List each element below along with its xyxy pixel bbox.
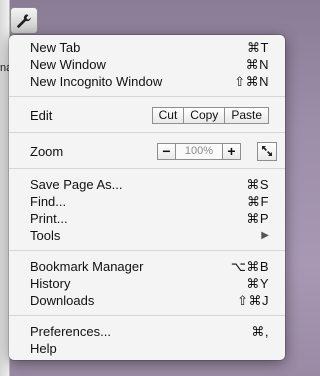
menu-item-tools[interactable]: Tools ▶ — [9, 227, 285, 244]
menu-item-shortcut: ⌘F — [247, 194, 269, 209]
menu-item-label: Edit — [30, 107, 53, 123]
copy-button[interactable]: Copy — [184, 106, 226, 124]
menu-item-label: Print... — [30, 211, 68, 226]
menu-item-new-incognito-window[interactable]: New Incognito Window ⇧⌘N — [9, 73, 285, 90]
menu-item-label: Tools — [30, 228, 61, 243]
menu-item-label: New Tab — [30, 40, 81, 55]
menu-item-edit: Edit Cut Copy Paste — [9, 104, 285, 126]
menu-separator — [9, 315, 285, 316]
menu-item-shortcut: ⌘N — [245, 57, 269, 72]
menu-item-preferences[interactable]: Preferences... ⌘, — [9, 323, 285, 340]
menu-item-label: Downloads — [30, 293, 95, 308]
menu-separator — [9, 250, 285, 251]
submenu-arrow-icon: ▶ — [261, 230, 269, 241]
menu-item-save-page-as[interactable]: Save Page As... ⌘S — [9, 176, 285, 193]
zoom-level: 100% — [176, 142, 222, 160]
menu-item-label: Save Page As... — [30, 177, 123, 192]
menu-item-label: History — [30, 276, 71, 291]
fullscreen-icon — [262, 146, 272, 156]
edit-button-group: Cut Copy Paste — [151, 106, 269, 124]
menu-item-bookmark-manager[interactable]: Bookmark Manager ⌥⌘B — [9, 258, 285, 275]
menu-item-shortcut: ⌘S — [246, 177, 269, 192]
menu-item-shortcut: ⌘Y — [246, 276, 269, 291]
cut-button[interactable]: Cut — [151, 106, 185, 124]
menu-item-shortcut: ⇧⌘J — [237, 293, 269, 308]
menu-item-shortcut: ⌘T — [247, 40, 269, 55]
zoom-out-button[interactable]: − — [157, 142, 176, 160]
wrench-dropdown-menu: New Tab ⌘T New Window ⌘N New Incognito W… — [9, 35, 285, 360]
fullscreen-button[interactable] — [257, 141, 277, 161]
menu-item-print[interactable]: Print... ⌘P — [9, 210, 285, 227]
zoom-control: − 100% + — [157, 142, 241, 160]
menu-item-label: New Window — [30, 57, 106, 72]
menu-item-help[interactable]: Help — [9, 340, 285, 357]
menu-item-history[interactable]: History ⌘Y — [9, 275, 285, 292]
menu-item-shortcut: ⌥⌘B — [230, 259, 269, 274]
menu-separator — [9, 96, 285, 97]
menu-item-new-window[interactable]: New Window ⌘N — [9, 56, 285, 73]
menu-item-find[interactable]: Find... ⌘F — [9, 193, 285, 210]
menu-separator — [9, 132, 285, 133]
paste-button[interactable]: Paste — [225, 106, 269, 124]
menu-item-label: Zoom — [30, 143, 64, 159]
menu-item-label: Bookmark Manager — [30, 259, 144, 274]
menu-item-label: New Incognito Window — [30, 74, 163, 89]
menu-item-label: Help — [30, 341, 57, 356]
menu-item-zoom: Zoom − 100% + — [9, 140, 285, 162]
menu-item-label: Find... — [30, 194, 67, 209]
menu-item-label: Preferences... — [30, 324, 111, 339]
menu-item-shortcut: ⌘P — [246, 211, 269, 226]
menu-item-new-tab[interactable]: New Tab ⌘T — [9, 39, 285, 56]
menu-item-shortcut: ⇧⌘N — [234, 74, 269, 89]
menu-separator — [9, 168, 285, 169]
wrench-menu-button[interactable] — [10, 7, 38, 34]
wrench-icon — [17, 13, 31, 28]
zoom-in-button[interactable]: + — [222, 142, 241, 160]
menu-item-downloads[interactable]: Downloads ⇧⌘J — [9, 292, 285, 309]
menu-item-shortcut: ⌘, — [251, 324, 269, 339]
